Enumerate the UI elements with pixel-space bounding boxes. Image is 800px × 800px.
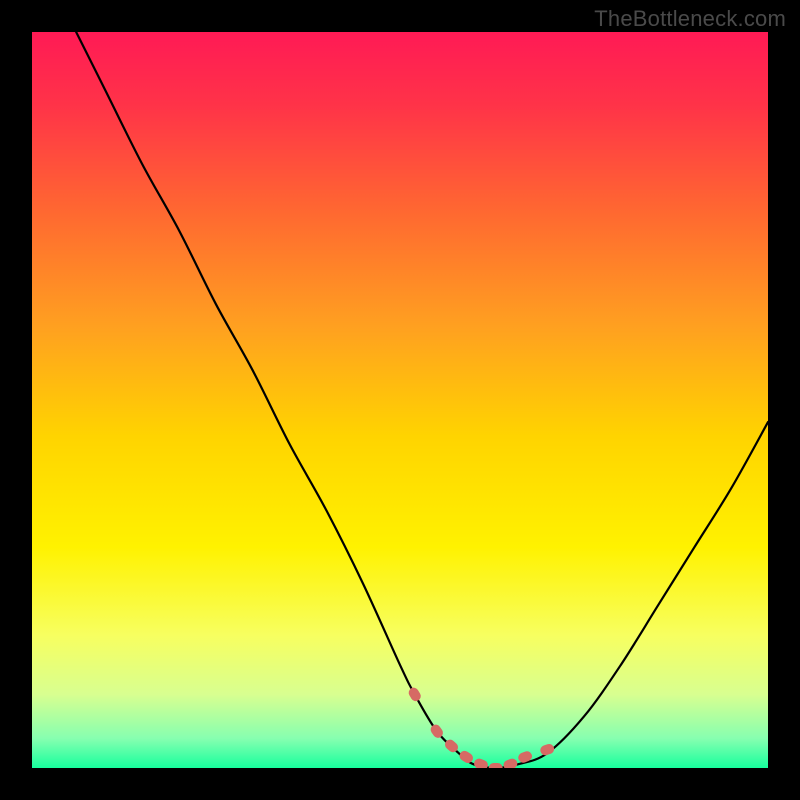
- watermark-text: TheBottleneck.com: [594, 6, 786, 32]
- plot-svg: [32, 32, 768, 768]
- bottleneck-plot: [32, 32, 768, 768]
- gradient-background: [32, 32, 768, 768]
- chart-stage: TheBottleneck.com: [0, 0, 800, 800]
